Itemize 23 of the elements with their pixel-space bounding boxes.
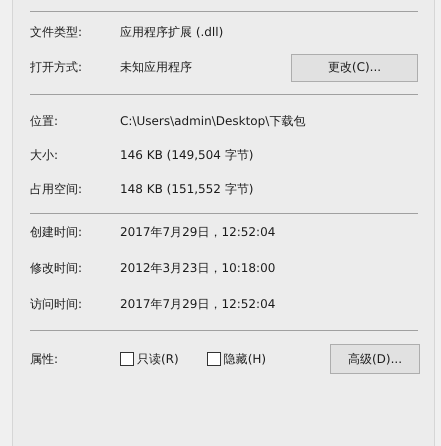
field-value: 148 KB (151,552 字节) (120, 180, 254, 198)
checkbox[interactable] (120, 352, 134, 366)
checkbox[interactable] (206, 352, 221, 366)
field-label: 打开方式: (30, 59, 84, 76)
field-label: 占用空间: (30, 180, 84, 198)
field-label: 修改时间: (30, 260, 84, 276)
checkbox-label[interactable]: 隐藏(H) (224, 350, 266, 368)
field-value: 应用程序扩展 (.dll) (120, 24, 224, 41)
field-label: 访问时间: (30, 296, 84, 312)
field-label: 大小: (30, 146, 60, 164)
field-label: 位置: (30, 112, 60, 130)
field-value: 2012年3月23日，10:18:00 (120, 260, 276, 276)
field-label: 文件类型: (30, 24, 84, 41)
field-value: C:\Users\admin\Desktop\下载包 (120, 112, 306, 130)
change-button[interactable]: 更改(C)... (291, 54, 418, 82)
field-value: 2017年7月29日，12:52:04 (120, 296, 276, 312)
field-label: 创建时间: (30, 224, 84, 240)
advanced-button[interactable]: 高级(D)... (330, 344, 420, 374)
field-value: 2017年7月29日，12:52:04 (120, 224, 276, 240)
checkbox-label[interactable]: 只读(R) (137, 350, 179, 368)
field-value: 未知应用程序 (120, 59, 193, 76)
field-value: 146 KB (149,504 字节) (120, 146, 254, 164)
field-label: 属性: (30, 350, 60, 368)
